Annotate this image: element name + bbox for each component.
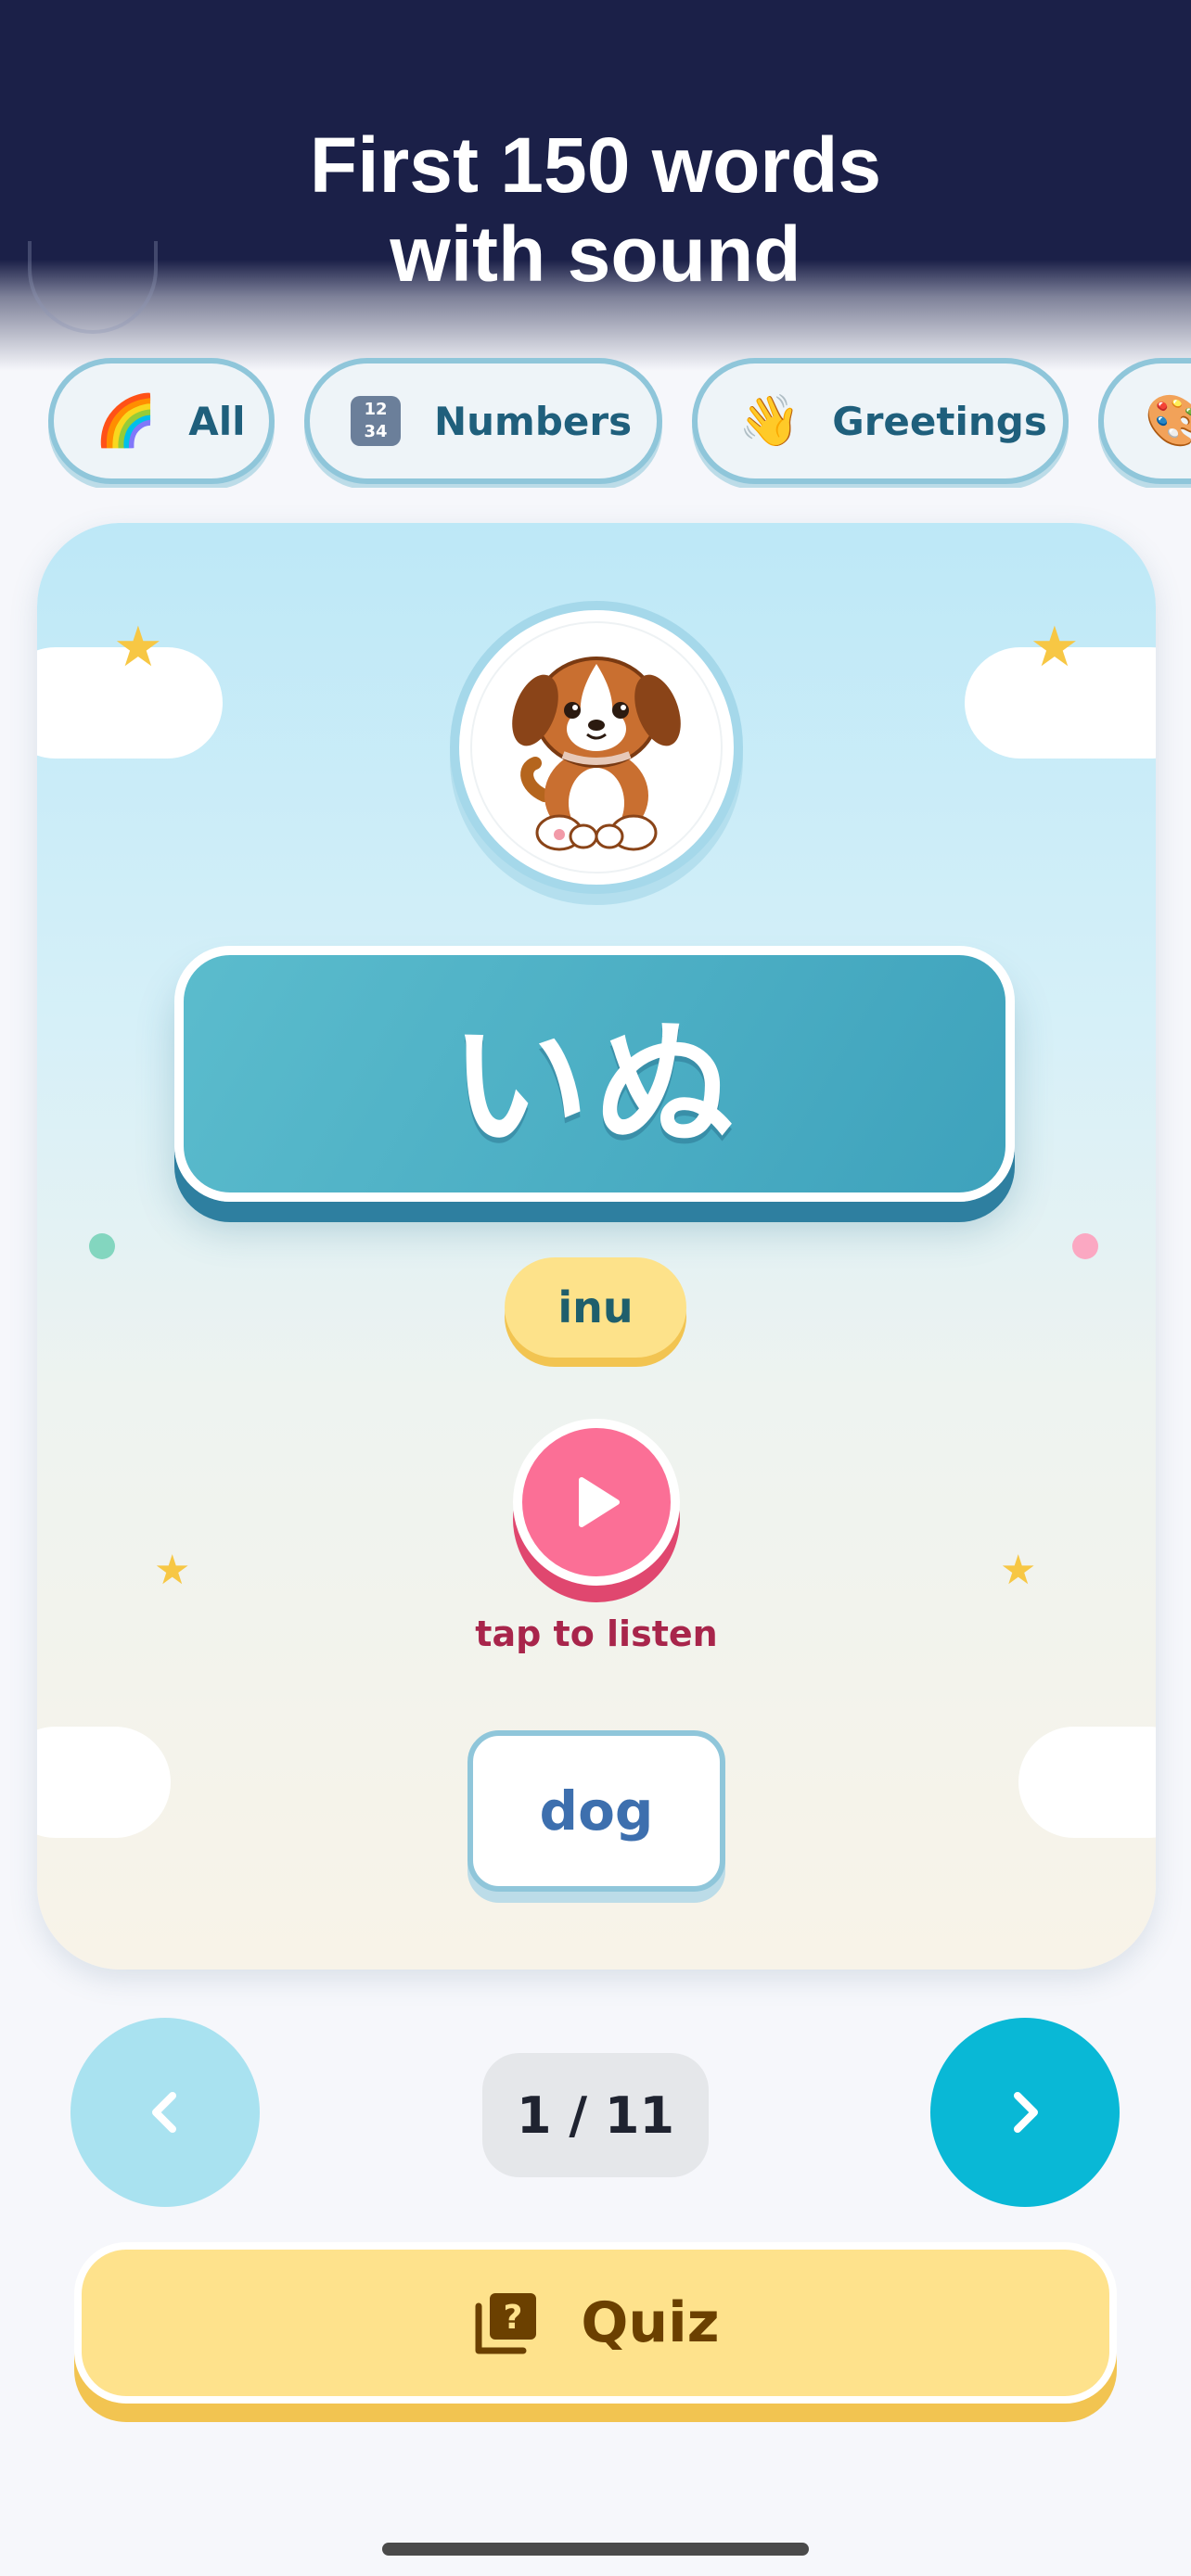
- chip-label: Greetings: [832, 398, 1047, 444]
- quiz-label: Quiz: [581, 2290, 720, 2355]
- star-icon: ★: [154, 1547, 191, 1594]
- home-indicator[interactable]: [382, 2543, 809, 2556]
- play-icon: [579, 1477, 620, 1527]
- quiz-cards-icon: ?: [475, 2293, 537, 2354]
- romaji-badge: inu: [505, 1257, 686, 1358]
- listen-hint: tap to listen: [475, 1613, 718, 1654]
- chip-label: All: [188, 398, 246, 444]
- previous-button[interactable]: [70, 2018, 260, 2207]
- category-chip-greetings[interactable]: 👋 Greetings: [692, 358, 1069, 484]
- svg-text:?: ?: [504, 2299, 523, 2337]
- puppy-icon: [512, 657, 681, 851]
- card-counter: 1 / 11: [482, 2053, 709, 2177]
- category-filter-bar: 🌈 All 12 34 Numbers 👋 Greetings 🎨: [48, 358, 1191, 488]
- chevron-left-icon: [152, 2092, 176, 2133]
- meaning-card[interactable]: dog: [467, 1730, 725, 1892]
- palette-icon: 🎨: [1145, 391, 1191, 450]
- category-chip-colors[interactable]: 🎨: [1098, 358, 1191, 484]
- cloud-decoration: [37, 1727, 171, 1838]
- dot-decoration: [89, 1233, 115, 1259]
- numbers-keycap-icon: 12 34: [351, 396, 401, 446]
- dot-decoration: [1072, 1233, 1098, 1259]
- star-icon: ★: [1000, 1547, 1037, 1594]
- chip-label: Numbers: [434, 398, 633, 444]
- cloud-decoration: [1018, 1727, 1156, 1838]
- word-display: いぬ: [174, 946, 1015, 1202]
- word-kana: いぬ: [449, 1005, 739, 1167]
- next-button[interactable]: [930, 2018, 1120, 2207]
- star-icon: ★: [113, 615, 163, 680]
- category-chip-numbers[interactable]: 12 34 Numbers: [304, 358, 662, 484]
- waving-hand-icon: 👋: [738, 391, 801, 450]
- page-title: First 150 words with sound: [309, 121, 882, 298]
- star-icon: ★: [1030, 615, 1080, 680]
- quiz-button[interactable]: ? Quiz: [74, 2242, 1117, 2404]
- word-image: [450, 601, 743, 894]
- flashcard: ★ ★ ★ ★ いぬ inu tap to listen dog: [37, 523, 1156, 1970]
- rainbow-icon: 🌈: [95, 391, 158, 450]
- header-banner: First 150 words with sound: [0, 0, 1191, 371]
- play-audio-button[interactable]: [513, 1419, 680, 1586]
- category-chip-all[interactable]: 🌈 All: [48, 358, 275, 484]
- chevron-right-icon: [1014, 2092, 1038, 2133]
